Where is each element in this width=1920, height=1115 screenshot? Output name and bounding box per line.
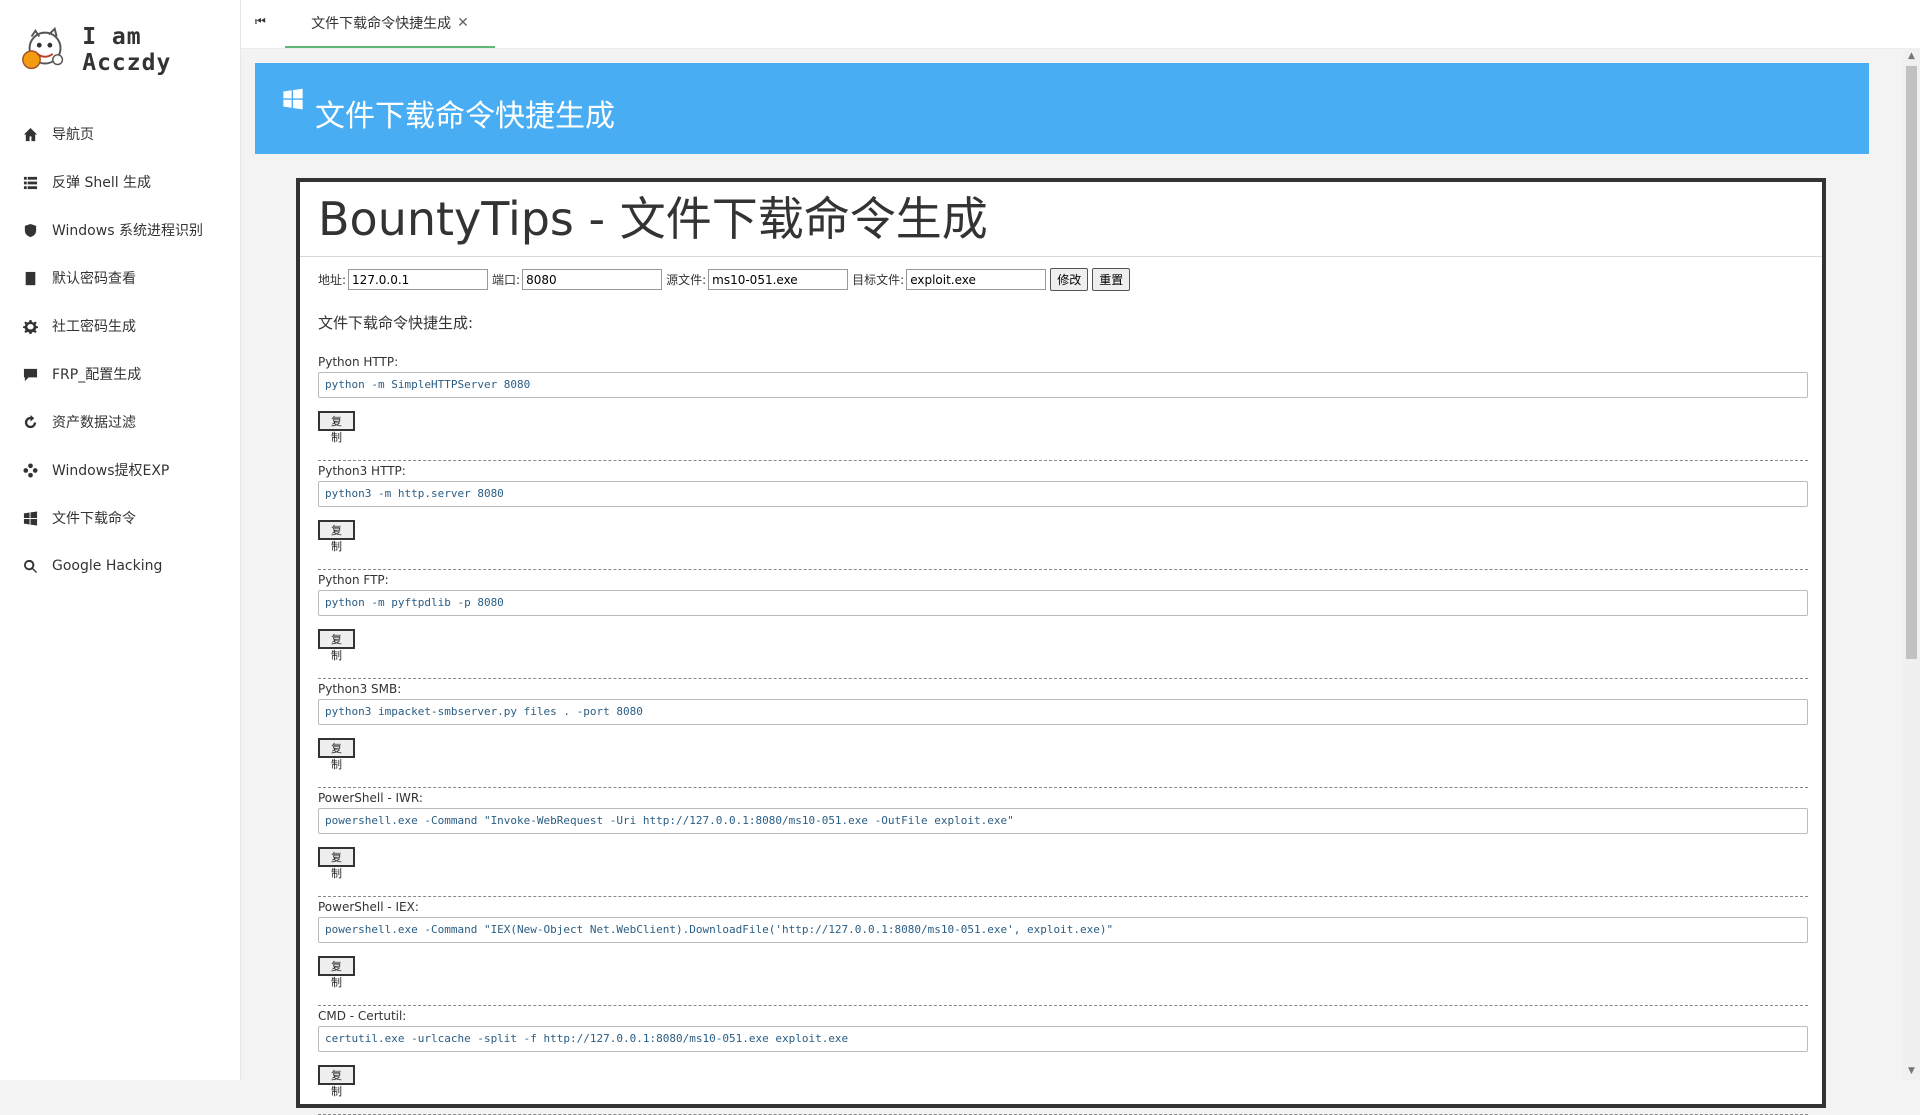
modify-button[interactable]: 修改 — [1050, 268, 1089, 291]
sidebar-item-home[interactable]: 导航页 — [0, 110, 240, 158]
chat-icon — [22, 366, 38, 382]
source-file-input[interactable] — [708, 269, 849, 290]
dots-icon — [22, 462, 38, 478]
sidebar-item-label: Windows提权EXP — [52, 463, 170, 479]
command-text[interactable]: powershell.exe -Command "IEX(New-Object … — [318, 917, 1808, 943]
command-label: Python3 HTTP: — [318, 464, 406, 478]
logo-icon — [22, 26, 64, 70]
command-text[interactable]: python -m SimpleHTTPServer 8080 — [318, 372, 1808, 398]
sidebar-item-default-password[interactable]: 默认密码查看 — [0, 254, 240, 302]
refresh-icon — [22, 414, 38, 430]
sidebar-item-social-password[interactable]: 社工密码生成 — [0, 302, 240, 350]
command-label: PowerShell - IEX: — [318, 900, 419, 914]
scroll-down-icon[interactable]: ▼ — [1903, 1063, 1920, 1080]
port-label: 端口: — [492, 273, 521, 287]
copy-button[interactable]: 复制 — [318, 956, 355, 989]
copy-button[interactable]: 复制 — [318, 1065, 355, 1098]
command-text[interactable]: certutil.exe -urlcache -split -f http://… — [318, 1026, 1808, 1052]
command-label: Python3 SMB: — [318, 682, 402, 696]
shield-icon — [22, 222, 38, 238]
sidebar-item-label: 社工密码生成 — [52, 319, 136, 335]
book-icon — [22, 270, 38, 286]
sidebar-item-label: 资产数据过滤 — [52, 415, 136, 431]
scroll-up-icon[interactable]: ▲ — [1903, 48, 1920, 65]
page-header-banner: 文件下载命令快捷生成 — [255, 63, 1869, 154]
command-list: Python HTTP: python -m SimpleHTTPServer … — [318, 352, 1808, 1115]
command-item: PowerShell - IEX: powershell.exe -Comman… — [318, 897, 1808, 1006]
close-icon[interactable]: ✕ — [457, 15, 469, 31]
sidebar-item-process[interactable]: Windows 系统进程识别 — [0, 206, 240, 254]
windows-icon — [22, 510, 38, 526]
sidebar-item-label: 默认密码查看 — [52, 271, 136, 287]
command-item: Python3 HTTP: python3 -m http.server 808… — [318, 461, 1808, 570]
brand-text: I am Acczdy — [82, 24, 172, 76]
copy-button[interactable]: 复制 — [318, 520, 355, 553]
sidebar-item-label: 文件下载命令 — [52, 511, 136, 527]
target-file-input[interactable] — [906, 269, 1047, 290]
tab-prev-icon[interactable]: ⏮ — [255, 14, 266, 29]
address-label: 地址: — [318, 273, 347, 287]
command-item: PowerShell - IWR: powershell.exe -Comman… — [318, 788, 1808, 897]
command-text[interactable]: powershell.exe -Command "Invoke-WebReque… — [318, 808, 1808, 834]
command-label: Python FTP: — [318, 573, 389, 587]
command-label: Python HTTP: — [318, 355, 399, 369]
copy-button[interactable]: 复制 — [318, 847, 355, 880]
address-input[interactable] — [348, 269, 489, 290]
sidebar-item-file-download[interactable]: 文件下载命令 — [0, 494, 240, 542]
copy-button[interactable]: 复制 — [318, 738, 355, 771]
sidebar-item-windows-exp[interactable]: Windows提权EXP — [0, 446, 240, 494]
sidebar: I am Acczdy 导航页 反弹 Shell 生成 Windows 系统进程… — [0, 0, 241, 1080]
command-item: Python3 SMB: python3 impacket-smbserver.… — [318, 679, 1808, 788]
sidebar-item-label: Windows 系统进程识别 — [52, 223, 203, 239]
main-card: BountyTips - 文件下载命令生成 地址: 端口: 源文件: 目标文件:… — [296, 178, 1826, 1115]
page-scrollbar[interactable]: ▲ ▼ — [1903, 48, 1920, 1080]
command-label: PowerShell - IWR: — [318, 791, 423, 805]
source-file-label: 源文件: — [666, 273, 707, 287]
command-text[interactable]: python3 -m http.server 8080 — [318, 481, 1808, 507]
port-input[interactable] — [522, 269, 663, 290]
command-text[interactable]: python -m pyftpdlib -p 8080 — [318, 590, 1808, 616]
tab-bar: ⏮ 文件下载命令快捷生成 ✕ — [241, 0, 1920, 49]
command-item: Python HTTP: python -m SimpleHTTPServer … — [318, 352, 1808, 461]
sidebar-item-google-hacking[interactable]: Google Hacking — [0, 542, 240, 590]
copy-button[interactable]: 复制 — [318, 629, 355, 662]
search-icon — [22, 558, 38, 574]
sidebar-item-label: Google Hacking — [52, 558, 163, 574]
sidebar-item-asset-filter[interactable]: 资产数据过滤 — [0, 398, 240, 446]
sidebar-item-frp[interactable]: FRP_配置生成 — [0, 350, 240, 398]
brand[interactable]: I am Acczdy — [0, 0, 240, 100]
command-item: CMD - Certutil: certutil.exe -urlcache -… — [318, 1006, 1808, 1115]
list-icon — [22, 174, 38, 190]
sidebar-item-label: 反弹 Shell 生成 — [52, 175, 152, 191]
home-icon — [22, 126, 38, 142]
nav-menu: 导航页 反弹 Shell 生成 Windows 系统进程识别 默认密码查看 社工… — [0, 110, 240, 590]
target-file-label: 目标文件: — [852, 273, 905, 287]
tab-label: 文件下载命令快捷生成 — [311, 16, 452, 32]
sidebar-item-label: 导航页 — [52, 127, 94, 143]
reset-button[interactable]: 重置 — [1092, 268, 1131, 291]
command-item: Python FTP: python -m pyftpdlib -p 8080 … — [318, 570, 1808, 679]
page-title: 文件下载命令快捷生成 — [315, 99, 615, 134]
command-label: CMD - Certutil: — [318, 1009, 407, 1023]
sidebar-item-label: FRP_配置生成 — [52, 367, 142, 383]
copy-button[interactable]: 复制 — [318, 411, 355, 444]
params-form: 地址: 端口: 源文件: 目标文件: 修改 重置 — [318, 268, 1134, 291]
tab-file-download[interactable]: 文件下载命令快捷生成 ✕ — [285, 0, 495, 48]
sidebar-item-reverse-shell[interactable]: 反弹 Shell 生成 — [0, 158, 240, 206]
windows-icon — [283, 88, 303, 110]
card-title: BountyTips - 文件下载命令生成 — [300, 186, 1822, 257]
section-title: 文件下载命令快捷生成: — [318, 314, 474, 332]
gear-icon — [22, 318, 38, 334]
command-text[interactable]: python3 impacket-smbserver.py files . -p… — [318, 699, 1808, 725]
scroll-thumb[interactable] — [1906, 66, 1917, 659]
